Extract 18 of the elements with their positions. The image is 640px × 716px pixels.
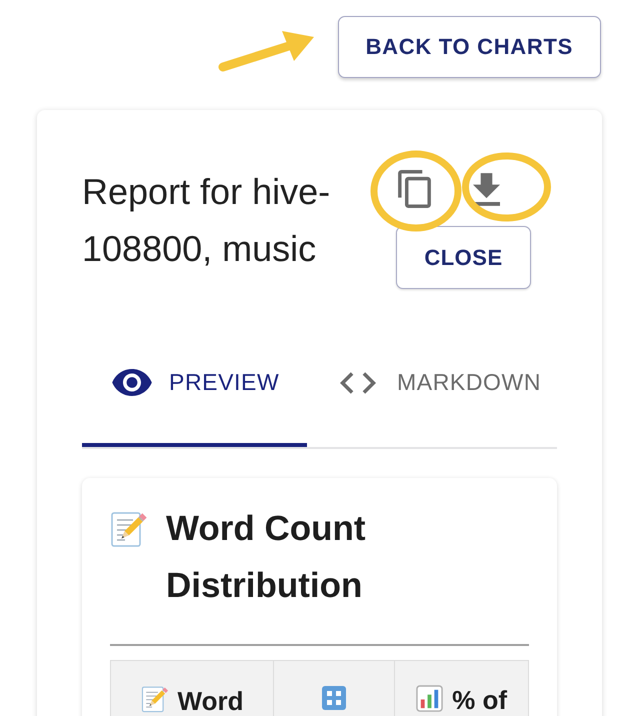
download-icon — [473, 172, 500, 206]
close-button[interactable]: CLOSE — [396, 226, 531, 289]
report-title: Report for hive-108800, music — [82, 170, 332, 271]
code-icon — [340, 372, 376, 394]
section-heading: Word Count Distribution — [166, 508, 367, 607]
column-label: % of — [452, 685, 508, 715]
tab[interactable]: MARKDOWN — [307, 330, 557, 447]
back-to-charts-button[interactable]: BACK TO CHARTS — [338, 16, 601, 78]
keypad-icon — [322, 686, 346, 710]
download-button[interactable] — [473, 172, 500, 206]
copy-button[interactable] — [398, 170, 431, 208]
tab[interactable]: PREVIEW — [82, 330, 307, 447]
eye-icon — [112, 369, 152, 396]
bar-chart-icon — [416, 685, 444, 712]
column-label: Word — [178, 686, 244, 716]
memo-pencil-icon — [110, 510, 148, 548]
copy-icon — [398, 170, 431, 208]
memo-pencil-icon — [140, 685, 169, 713]
